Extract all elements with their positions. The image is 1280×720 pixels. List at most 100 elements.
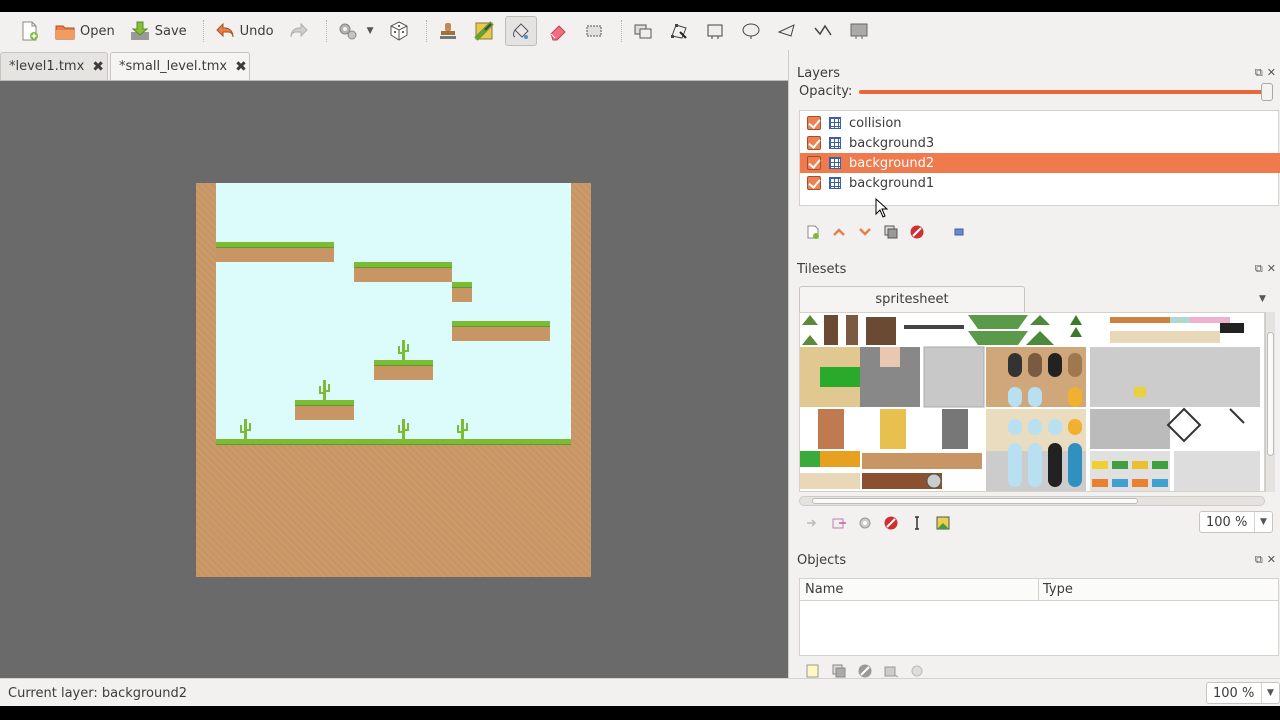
right-dock: Layers ⧉✕ Opacity: collision background3… (788, 50, 1280, 678)
tab-level1[interactable]: *level1.tmx ✖ (0, 52, 108, 80)
object-properties-icon[interactable] (909, 663, 925, 679)
panel-float-close-icons[interactable]: ⧉✕ (1255, 262, 1280, 276)
tile-layer-icon (829, 137, 841, 149)
tileset-view[interactable] (799, 312, 1265, 492)
tab-small-level[interactable]: *small_level.tmx ✖ (110, 52, 250, 80)
layer-row-collision[interactable]: collision (800, 113, 1280, 133)
cactus-icon (457, 419, 468, 439)
move-to-layer-icon[interactable] (883, 663, 899, 679)
lower-layer-icon[interactable] (857, 224, 873, 240)
bucket-fill-button[interactable] (504, 16, 537, 46)
rectangle-select-button[interactable] (579, 16, 609, 46)
insert-tile-button[interactable] (844, 16, 874, 46)
layers-panel-title: Layers (797, 66, 841, 81)
remove-object-icon[interactable] (857, 663, 873, 679)
rectangle-select-icon (586, 25, 602, 37)
duplicate-layer-icon[interactable] (883, 224, 899, 240)
edit-terrain-icon[interactable] (909, 515, 925, 531)
insert-rectangle-button[interactable] (700, 16, 730, 46)
gears-icon (339, 23, 357, 40)
remove-tileset-icon[interactable] (883, 515, 899, 531)
cactus-icon (240, 419, 251, 439)
tile-image-icon[interactable] (935, 515, 951, 531)
terrain-brush-button[interactable] (469, 16, 499, 46)
tile-layer-icon (829, 157, 841, 169)
layer-visibility-checkbox[interactable] (807, 136, 821, 150)
insert-polyline-button[interactable] (808, 16, 838, 46)
remove-layer-icon[interactable] (909, 224, 925, 240)
tile-map[interactable] (196, 183, 591, 577)
open-button[interactable]: Open (50, 16, 119, 46)
random-mode-button[interactable] (384, 16, 414, 46)
open-label: Open (80, 23, 115, 39)
layer-row-background3[interactable]: background3 (800, 133, 1280, 153)
tile-layer-icon (829, 117, 841, 129)
status-bar: Current layer: background2 100 % ▼ (0, 678, 1280, 706)
chevron-down-icon[interactable]: ▼ (1254, 512, 1272, 532)
add-object-layer-icon[interactable] (805, 663, 821, 679)
edit-polygons-button[interactable] (664, 16, 694, 46)
edit-polygon-icon (670, 24, 687, 39)
cactus-icon (398, 419, 409, 439)
spritesheet-tiles[interactable] (800, 313, 1265, 492)
import-tileset-icon[interactable] (805, 515, 821, 531)
tiled-app-window: Open Save Undo ▼ *level1.tmx ✖ *small_le… (0, 12, 1280, 706)
select-objects-button[interactable] (628, 16, 658, 46)
insert-ellipse-button[interactable] (736, 16, 766, 46)
document-tabs: *level1.tmx ✖ *small_level.tmx ✖ (0, 50, 788, 80)
layer-visibility-checkbox[interactable] (807, 176, 821, 190)
opacity-slider-handle[interactable] (1261, 83, 1273, 101)
duplicate-object-icon[interactable] (831, 663, 847, 679)
panel-float-close-icons[interactable]: ⧉✕ (1255, 66, 1280, 80)
opacity-slider[interactable] (859, 90, 1269, 94)
map-platform (216, 242, 334, 262)
column-header-name[interactable]: Name (805, 582, 843, 597)
new-button[interactable] (14, 16, 44, 46)
ground-grass (216, 439, 571, 445)
map-sky-area (216, 183, 571, 441)
tileset-horizontal-scrollbar[interactable] (799, 496, 1265, 506)
map-platform (452, 321, 550, 341)
panel-float-close-icons[interactable]: ⧉✕ (1255, 553, 1280, 567)
redo-arrow-icon (290, 22, 308, 38)
eraser-button[interactable] (543, 16, 573, 46)
rectangle-icon (707, 24, 723, 39)
save-button[interactable]: Save (125, 16, 191, 46)
tileset-properties-icon[interactable] (857, 515, 873, 531)
column-header-type[interactable]: Type (1043, 582, 1073, 597)
map-zoom-select[interactable]: 100 % ▼ (1206, 682, 1280, 704)
undo-button[interactable]: Undo (210, 16, 278, 46)
tilesets-panel-title: Tilesets (797, 262, 847, 277)
stamp-brush-button[interactable] (433, 16, 463, 46)
map-zoom-value: 100 % (1213, 685, 1255, 701)
map-platform (354, 262, 452, 282)
toolbar-separator (620, 20, 622, 42)
objects-table[interactable]: Name Type (799, 578, 1279, 656)
chevron-down-icon[interactable]: ▼ (1261, 683, 1279, 703)
redo-button[interactable] (284, 16, 314, 46)
layer-properties-icon[interactable] (951, 224, 967, 240)
tileset-zoom-value: 100 % (1206, 514, 1248, 530)
toolbar-separator (325, 20, 327, 42)
command-button[interactable]: ▼ (333, 16, 378, 46)
layer-row-background2[interactable]: background2 (800, 153, 1280, 173)
insert-polygon-button[interactable] (772, 16, 802, 46)
tileset-vertical-scrollbar[interactable] (1265, 312, 1275, 492)
toolbar-separator (202, 20, 204, 42)
export-tileset-icon[interactable] (831, 515, 847, 531)
chevron-down-icon[interactable]: ▼ (367, 26, 374, 36)
tileset-zoom-select[interactable]: 100 % ▼ (1199, 511, 1273, 533)
close-icon[interactable]: ✖ (235, 59, 247, 75)
mouse-cursor-icon (875, 198, 889, 218)
raise-layer-icon[interactable] (831, 224, 847, 240)
cactus-icon (319, 380, 330, 400)
map-canvas[interactable] (0, 80, 788, 678)
tileset-tab-spritesheet[interactable]: spritesheet (799, 286, 1025, 312)
layer-visibility-checkbox[interactable] (807, 116, 821, 130)
add-layer-icon[interactable] (805, 224, 821, 240)
objects-table-header: Name Type (800, 579, 1278, 601)
chevron-down-icon[interactable]: ▼ (1259, 294, 1266, 304)
close-icon[interactable]: ✖ (92, 59, 104, 75)
layer-row-background1[interactable]: background1 (800, 173, 1280, 193)
layer-visibility-checkbox[interactable] (807, 156, 821, 170)
